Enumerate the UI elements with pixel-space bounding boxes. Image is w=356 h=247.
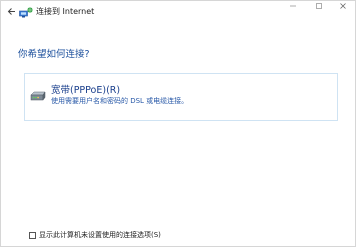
back-arrow-icon	[7, 7, 15, 15]
minimize-icon	[290, 5, 296, 7]
broadband-pppoe-option[interactable]: 宽带(PPPoE)(R) 使用需要用户名和密码的 DSL 或电缆连接。	[24, 73, 338, 121]
option-description: 使用需要用户名和密码的 DSL 或电缆连接。	[51, 97, 189, 105]
broadband-modem-icon	[30, 91, 46, 101]
show-options-checkbox[interactable]	[29, 231, 36, 239]
option-title: 宽带(PPPoE)(R)	[51, 85, 121, 96]
window-title: 连接到 Internet	[36, 7, 95, 16]
connect-to-internet-window: 连接到 Internet 你希望如何连接? 宽带(PPPoE)(R) 使用需要用…	[0, 0, 356, 247]
close-button[interactable]	[330, 1, 356, 11]
show-unconfigured-options-checkbox-row[interactable]: 显示此计算机未设置使用的连接选项(S)	[29, 230, 161, 240]
maximize-button[interactable]	[306, 1, 332, 11]
page-heading: 你希望如何连接?	[18, 49, 90, 60]
back-button[interactable]	[5, 4, 17, 18]
close-icon	[340, 3, 346, 9]
show-options-label: 显示此计算机未设置使用的连接选项(S)	[39, 231, 161, 239]
title-bar: 连接到 Internet	[1, 1, 355, 23]
network-icon	[19, 7, 33, 18]
maximize-icon	[316, 3, 322, 9]
minimize-button[interactable]	[280, 1, 306, 11]
